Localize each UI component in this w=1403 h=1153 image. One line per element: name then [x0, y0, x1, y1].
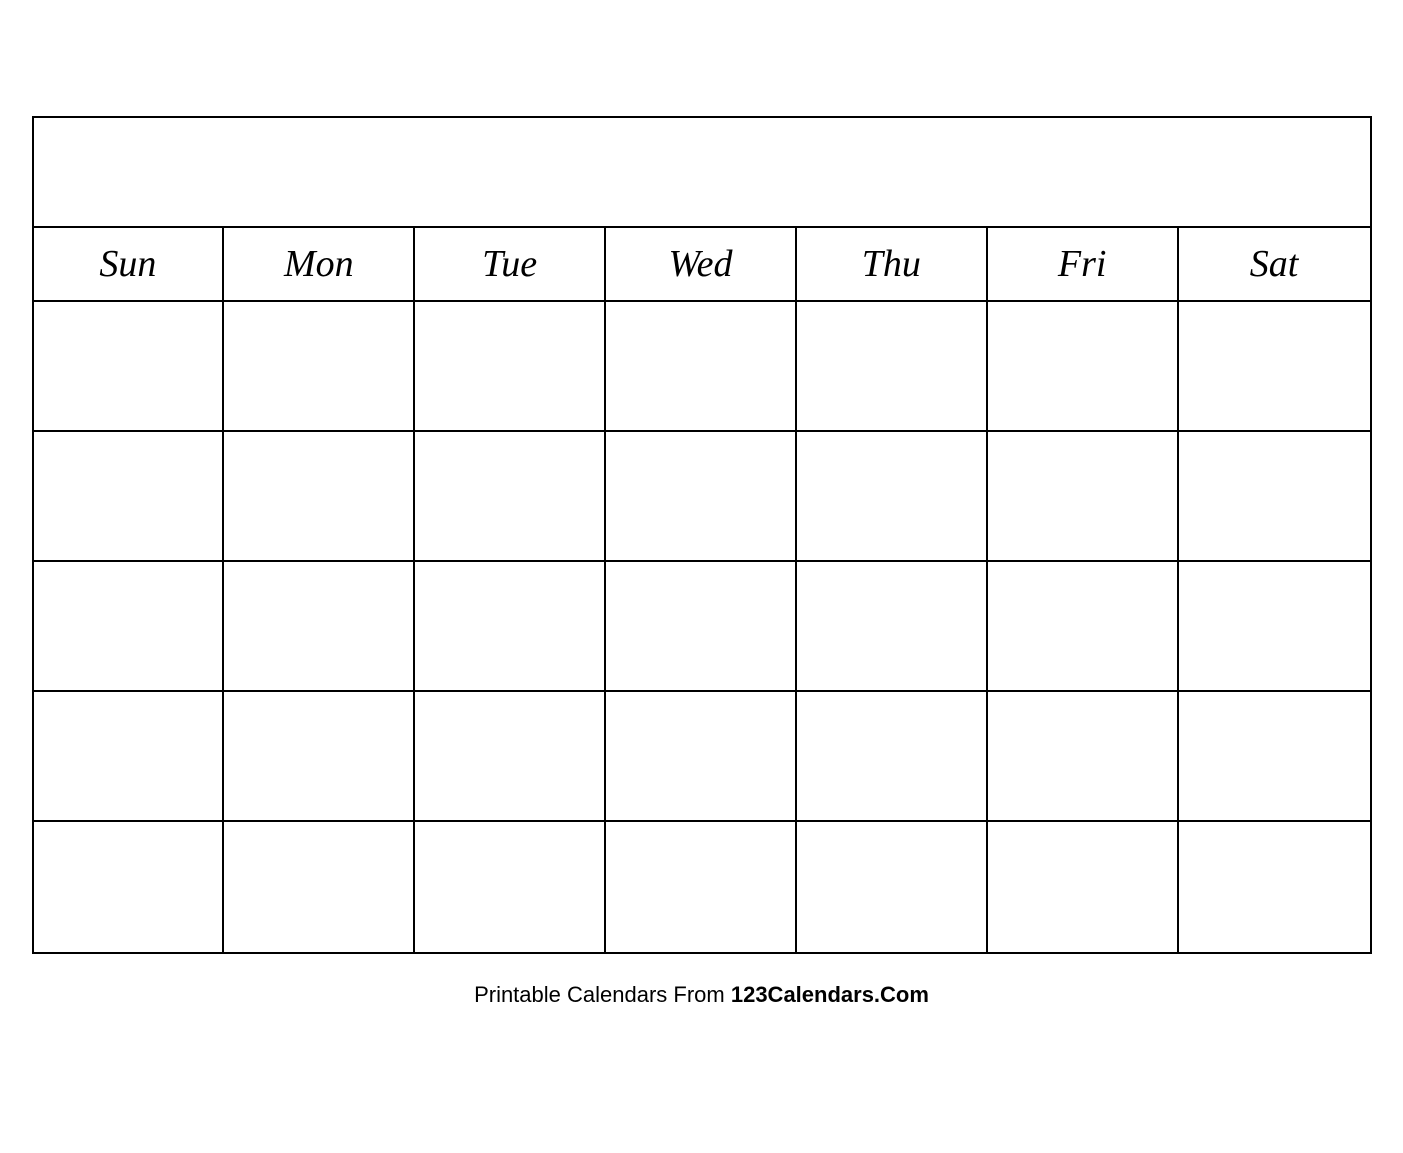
day-header-wed: Wed — [606, 228, 797, 300]
day-header-fri: Fri — [988, 228, 1179, 300]
calendar-grid — [34, 302, 1370, 952]
footer-text: Printable Calendars From 123Calendars.Co… — [474, 982, 929, 1008]
calendar-cell[interactable] — [34, 822, 225, 952]
calendar-cell[interactable] — [34, 432, 225, 562]
footer-prefix: Printable Calendars From — [474, 982, 731, 1007]
calendar-container: SunMonTueWedThuFriSat — [32, 116, 1372, 954]
day-header-mon: Mon — [224, 228, 415, 300]
footer-brand: 123Calendars.Com — [731, 982, 929, 1007]
day-header-sat: Sat — [1179, 228, 1370, 300]
calendar-cell[interactable] — [988, 692, 1179, 822]
calendar-cell[interactable] — [606, 692, 797, 822]
calendar-cell[interactable] — [988, 822, 1179, 952]
calendar-cell[interactable] — [224, 432, 415, 562]
day-header-tue: Tue — [415, 228, 606, 300]
day-header-sun: Sun — [34, 228, 225, 300]
calendar-cell[interactable] — [797, 822, 988, 952]
calendar-cell[interactable] — [224, 302, 415, 432]
calendar-cell[interactable] — [1179, 302, 1370, 432]
calendar-cell[interactable] — [797, 692, 988, 822]
calendar-cell[interactable] — [797, 432, 988, 562]
calendar-cell[interactable] — [415, 432, 606, 562]
calendar-cell[interactable] — [415, 302, 606, 432]
calendar-header: SunMonTueWedThuFriSat — [34, 228, 1370, 302]
calendar-cell[interactable] — [606, 562, 797, 692]
calendar-cell[interactable] — [224, 692, 415, 822]
calendar-cell[interactable] — [1179, 822, 1370, 952]
calendar-cell[interactable] — [224, 562, 415, 692]
calendar-cell[interactable] — [606, 822, 797, 952]
day-header-thu: Thu — [797, 228, 988, 300]
calendar-cell[interactable] — [606, 432, 797, 562]
calendar-cell[interactable] — [415, 692, 606, 822]
calendar-title-row — [34, 118, 1370, 228]
calendar-cell[interactable] — [224, 822, 415, 952]
calendar-cell[interactable] — [34, 692, 225, 822]
calendar-cell[interactable] — [1179, 432, 1370, 562]
calendar-cell[interactable] — [797, 302, 988, 432]
calendar-cell[interactable] — [988, 432, 1179, 562]
calendar-cell[interactable] — [34, 562, 225, 692]
calendar-cell[interactable] — [797, 562, 988, 692]
page-wrapper: SunMonTueWedThuFriSat Printable Calendar… — [0, 0, 1403, 1153]
calendar-cell[interactable] — [415, 822, 606, 952]
calendar-cell[interactable] — [1179, 692, 1370, 822]
calendar-cell[interactable] — [34, 302, 225, 432]
calendar-cell[interactable] — [988, 562, 1179, 692]
calendar-cell[interactable] — [1179, 562, 1370, 692]
calendar-cell[interactable] — [606, 302, 797, 432]
calendar-cell[interactable] — [415, 562, 606, 692]
calendar-cell[interactable] — [988, 302, 1179, 432]
